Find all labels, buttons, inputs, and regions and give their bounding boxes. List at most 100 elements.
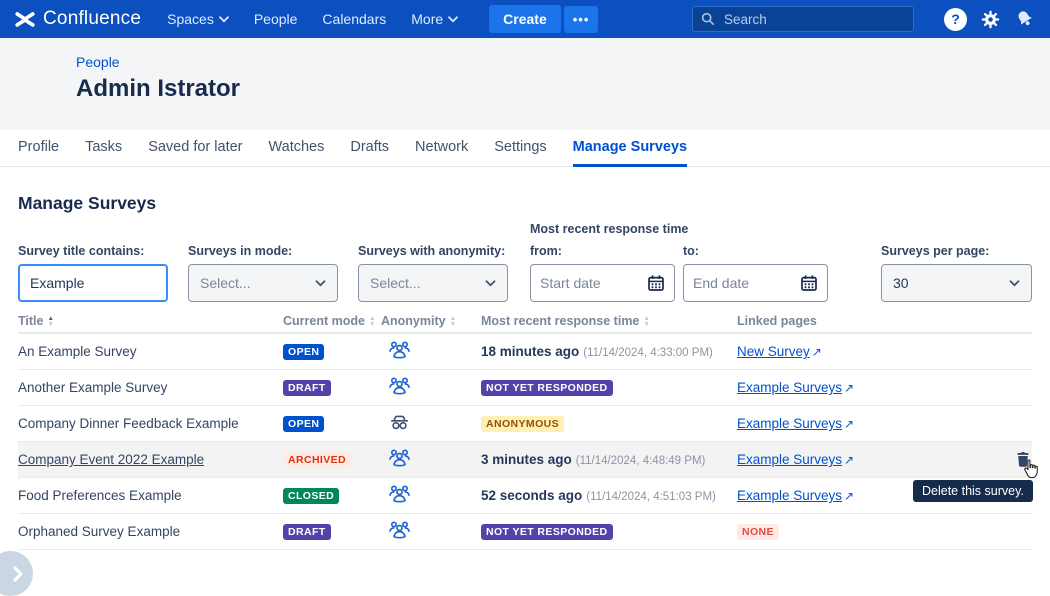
table-row: An Example Survey OPEN 18 minutes ago(11… xyxy=(18,334,1032,370)
external-link-icon: ↗ xyxy=(844,381,854,395)
nav-item-spaces[interactable]: Spaces xyxy=(167,11,229,27)
global-search[interactable] xyxy=(692,6,914,32)
filter-date-to: to: End date xyxy=(683,244,828,302)
tab-profile[interactable]: Profile xyxy=(18,130,59,167)
filter-label: Surveys in mode: xyxy=(188,244,338,258)
tab-watches[interactable]: Watches xyxy=(269,130,325,167)
table-row: Food Preferences Example CLOSED 52 secon… xyxy=(18,478,1032,514)
section-title: Manage Surveys xyxy=(18,193,1032,214)
sort-icon[interactable]: ▲▼ xyxy=(643,316,649,327)
tab-tasks[interactable]: Tasks xyxy=(85,130,122,167)
status-badge: OPEN xyxy=(283,344,324,360)
calendar-icon[interactable] xyxy=(647,274,665,292)
confluence-mark-icon xyxy=(14,8,36,30)
response-timestamp: (11/14/2024, 4:33:00 PM) xyxy=(583,347,713,359)
survey-title[interactable]: Company Dinner Feedback Example xyxy=(18,416,239,431)
incognito-anonymity-icon xyxy=(387,410,412,435)
sidebar-expand-button[interactable] xyxy=(0,551,33,596)
brand-name: Confluence xyxy=(43,8,141,30)
response-status-badge: NOT YET RESPONDED xyxy=(481,380,613,396)
status-badge: CLOSED xyxy=(283,488,339,504)
table-header: Title▲▼ Current mode▲▼ Anonymity▲▼ Most … xyxy=(18,310,1032,334)
tab-manage-surveys[interactable]: Manage Surveys xyxy=(573,130,687,167)
group-anonymity-icon xyxy=(387,482,412,507)
delete-survey-button[interactable] xyxy=(1014,450,1032,469)
delete-tooltip: Delete this survey. xyxy=(913,480,1033,502)
settings-gear-icon[interactable] xyxy=(980,9,1001,30)
group-anonymity-icon xyxy=(387,374,412,399)
nav-item-people[interactable]: People xyxy=(254,11,298,27)
chevron-right-icon xyxy=(9,565,27,583)
response-timestamp: (11/14/2024, 4:51:03 PM) xyxy=(586,491,716,503)
survey-title-input[interactable] xyxy=(18,264,168,302)
survey-title[interactable]: Food Preferences Example xyxy=(18,488,182,503)
nav-item-calendars[interactable]: Calendars xyxy=(322,11,386,27)
anonymity-select[interactable]: Select... xyxy=(358,264,508,302)
survey-title[interactable]: Orphaned Survey Example xyxy=(18,524,180,539)
calendar-icon[interactable] xyxy=(800,274,818,292)
external-link-icon: ↗ xyxy=(812,345,822,359)
overflow-menu-button[interactable]: ••• xyxy=(564,6,599,33)
breadcrumb[interactable]: People xyxy=(76,54,1050,70)
manage-surveys-panel: Manage Surveys Most recent response time… xyxy=(0,193,1050,550)
trash-icon xyxy=(1014,450,1032,469)
confluence-logo[interactable]: Confluence xyxy=(14,8,141,30)
linked-page-link[interactable]: New Survey xyxy=(737,344,810,359)
status-badge: OPEN xyxy=(283,416,324,432)
nav-item-more[interactable]: More xyxy=(411,11,458,27)
group-anonymity-icon xyxy=(387,518,412,543)
tab-saved-for-later[interactable]: Saved for later xyxy=(148,130,242,167)
column-most-recent-response[interactable]: Most recent response time▲▼ xyxy=(481,314,737,328)
chevron-down-icon xyxy=(448,16,458,23)
survey-title[interactable]: Company Event 2022 Example xyxy=(18,452,204,467)
tab-drafts[interactable]: Drafts xyxy=(350,130,389,167)
help-button[interactable]: ? xyxy=(944,8,967,31)
sort-icon[interactable]: ▲▼ xyxy=(47,316,53,327)
notifications-bell-icon[interactable] xyxy=(1014,8,1036,30)
filter-mode: Surveys in mode: Select... xyxy=(188,244,338,302)
response-time-group-label: Most recent response time xyxy=(530,222,688,236)
external-link-icon: ↗ xyxy=(844,453,854,467)
search-input[interactable] xyxy=(722,11,882,28)
search-icon xyxy=(701,12,715,26)
tab-settings[interactable]: Settings xyxy=(494,130,546,167)
response-status-badge: ANONYMOUS xyxy=(481,416,564,432)
filter-label: from: xyxy=(530,244,675,258)
survey-title[interactable]: Another Example Survey xyxy=(18,380,167,395)
per-page-select[interactable]: 30 xyxy=(881,264,1032,302)
profile-header: People Admin Istrator xyxy=(0,38,1050,130)
status-badge: ARCHIVED xyxy=(283,452,351,468)
tab-network[interactable]: Network xyxy=(415,130,468,167)
end-date-input[interactable]: End date xyxy=(683,264,828,302)
linked-page-link[interactable]: Example Surveys xyxy=(737,452,842,467)
create-button[interactable]: Create xyxy=(489,5,561,33)
response-time: 3 minutes ago xyxy=(481,452,572,467)
linked-page-link[interactable]: Example Surveys xyxy=(737,488,842,503)
survey-filters: Most recent response time Survey title c… xyxy=(18,222,1032,310)
column-anonymity[interactable]: Anonymity▲▼ xyxy=(381,314,481,328)
no-linked-pages-badge: NONE xyxy=(737,524,779,540)
surveys-table: Title▲▼ Current mode▲▼ Anonymity▲▼ Most … xyxy=(18,310,1032,550)
status-badge: DRAFT xyxy=(283,380,331,396)
external-link-icon: ↗ xyxy=(844,417,854,431)
column-linked-pages: Linked pages xyxy=(737,314,1010,328)
top-navigation: Confluence Spaces People Calendars More … xyxy=(0,0,1050,38)
table-row: Orphaned Survey Example DRAFT NOT YET RE… xyxy=(18,514,1032,550)
sort-icon[interactable]: ▲▼ xyxy=(369,316,375,327)
response-status-badge: NOT YET RESPONDED xyxy=(481,524,613,540)
profile-tabs: Profile Tasks Saved for later Watches Dr… xyxy=(0,130,1050,167)
linked-page-link[interactable]: Example Surveys xyxy=(737,380,842,395)
filter-label: to: xyxy=(683,244,828,258)
chevron-down-icon xyxy=(485,280,496,287)
filter-label: Surveys per page: xyxy=(881,244,1032,258)
start-date-input[interactable]: Start date xyxy=(530,264,675,302)
mode-select[interactable]: Select... xyxy=(188,264,338,302)
column-title[interactable]: Title▲▼ xyxy=(18,314,283,328)
group-anonymity-icon xyxy=(387,446,412,471)
group-anonymity-icon xyxy=(387,338,412,363)
sort-icon[interactable]: ▲▼ xyxy=(450,316,456,327)
column-current-mode[interactable]: Current mode▲▼ xyxy=(283,314,381,328)
linked-page-link[interactable]: Example Surveys xyxy=(737,416,842,431)
survey-title[interactable]: An Example Survey xyxy=(18,344,137,359)
status-badge: DRAFT xyxy=(283,524,331,540)
